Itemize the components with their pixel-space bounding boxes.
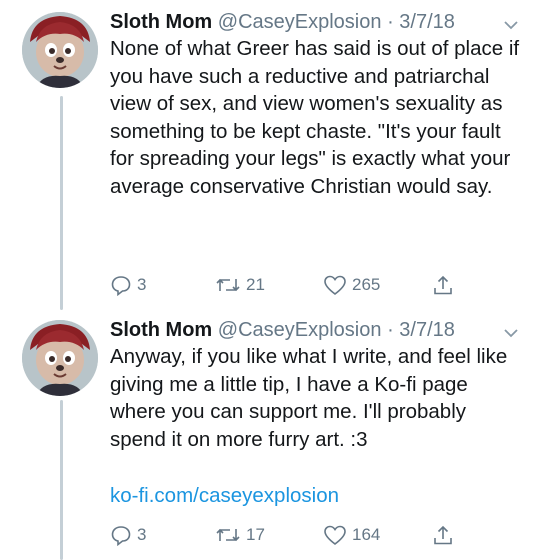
like-count: 265 <box>352 275 381 294</box>
reply-icon <box>110 274 132 296</box>
retweet-icon <box>215 274 241 296</box>
like-button[interactable]: 164 <box>323 522 380 548</box>
thread-connector-line <box>60 96 63 310</box>
retweet-count: 17 <box>246 525 265 544</box>
share-button[interactable] <box>432 522 454 548</box>
reply-icon <box>110 524 132 546</box>
share-icon <box>432 524 454 546</box>
reply-count: 3 <box>137 525 147 544</box>
thread-connector-line <box>60 400 63 560</box>
reply-button[interactable]: 3 <box>110 272 146 298</box>
share-icon <box>432 274 454 296</box>
tweet-date[interactable]: 3/7/18 <box>399 11 455 33</box>
separator: · <box>387 11 394 33</box>
kofi-link[interactable]: ko-fi.com/caseyexplosion <box>110 482 339 509</box>
retweet-count: 21 <box>246 275 265 294</box>
heart-icon <box>323 274 347 296</box>
tweet-header: Sloth Mom @CaseyExplosion · 3/7/18 <box>110 9 522 35</box>
tweet-date[interactable]: 3/7/18 <box>399 319 455 341</box>
avatar[interactable] <box>22 12 98 88</box>
reply-count: 3 <box>137 275 147 294</box>
separator: · <box>387 319 394 341</box>
tweet-actions: 3 17 164 <box>110 522 510 548</box>
share-button[interactable] <box>432 272 454 298</box>
tweet-text: None of what Greer has said is out of pl… <box>110 37 520 198</box>
chevron-down-icon[interactable] <box>502 14 520 30</box>
like-button[interactable]: 265 <box>323 272 380 298</box>
display-name[interactable]: Sloth Mom <box>110 319 212 341</box>
retweet-button[interactable]: 21 <box>215 272 265 298</box>
heart-icon <box>323 524 347 546</box>
user-handle[interactable]: @CaseyExplosion <box>218 319 382 341</box>
tweet-actions: 3 21 265 <box>110 272 510 298</box>
avatar[interactable] <box>22 320 98 396</box>
retweet-button[interactable]: 17 <box>215 522 265 548</box>
like-count: 164 <box>352 525 381 544</box>
retweet-icon <box>215 524 241 546</box>
tweet-header: Sloth Mom @CaseyExplosion · 3/7/18 <box>110 317 522 343</box>
reply-button[interactable]: 3 <box>110 522 146 548</box>
chevron-down-icon[interactable] <box>502 322 520 338</box>
tweet-text: Anyway, if you like what I write, and fe… <box>110 345 508 451</box>
user-handle[interactable]: @CaseyExplosion <box>218 11 382 33</box>
display-name[interactable]: Sloth Mom <box>110 11 212 33</box>
